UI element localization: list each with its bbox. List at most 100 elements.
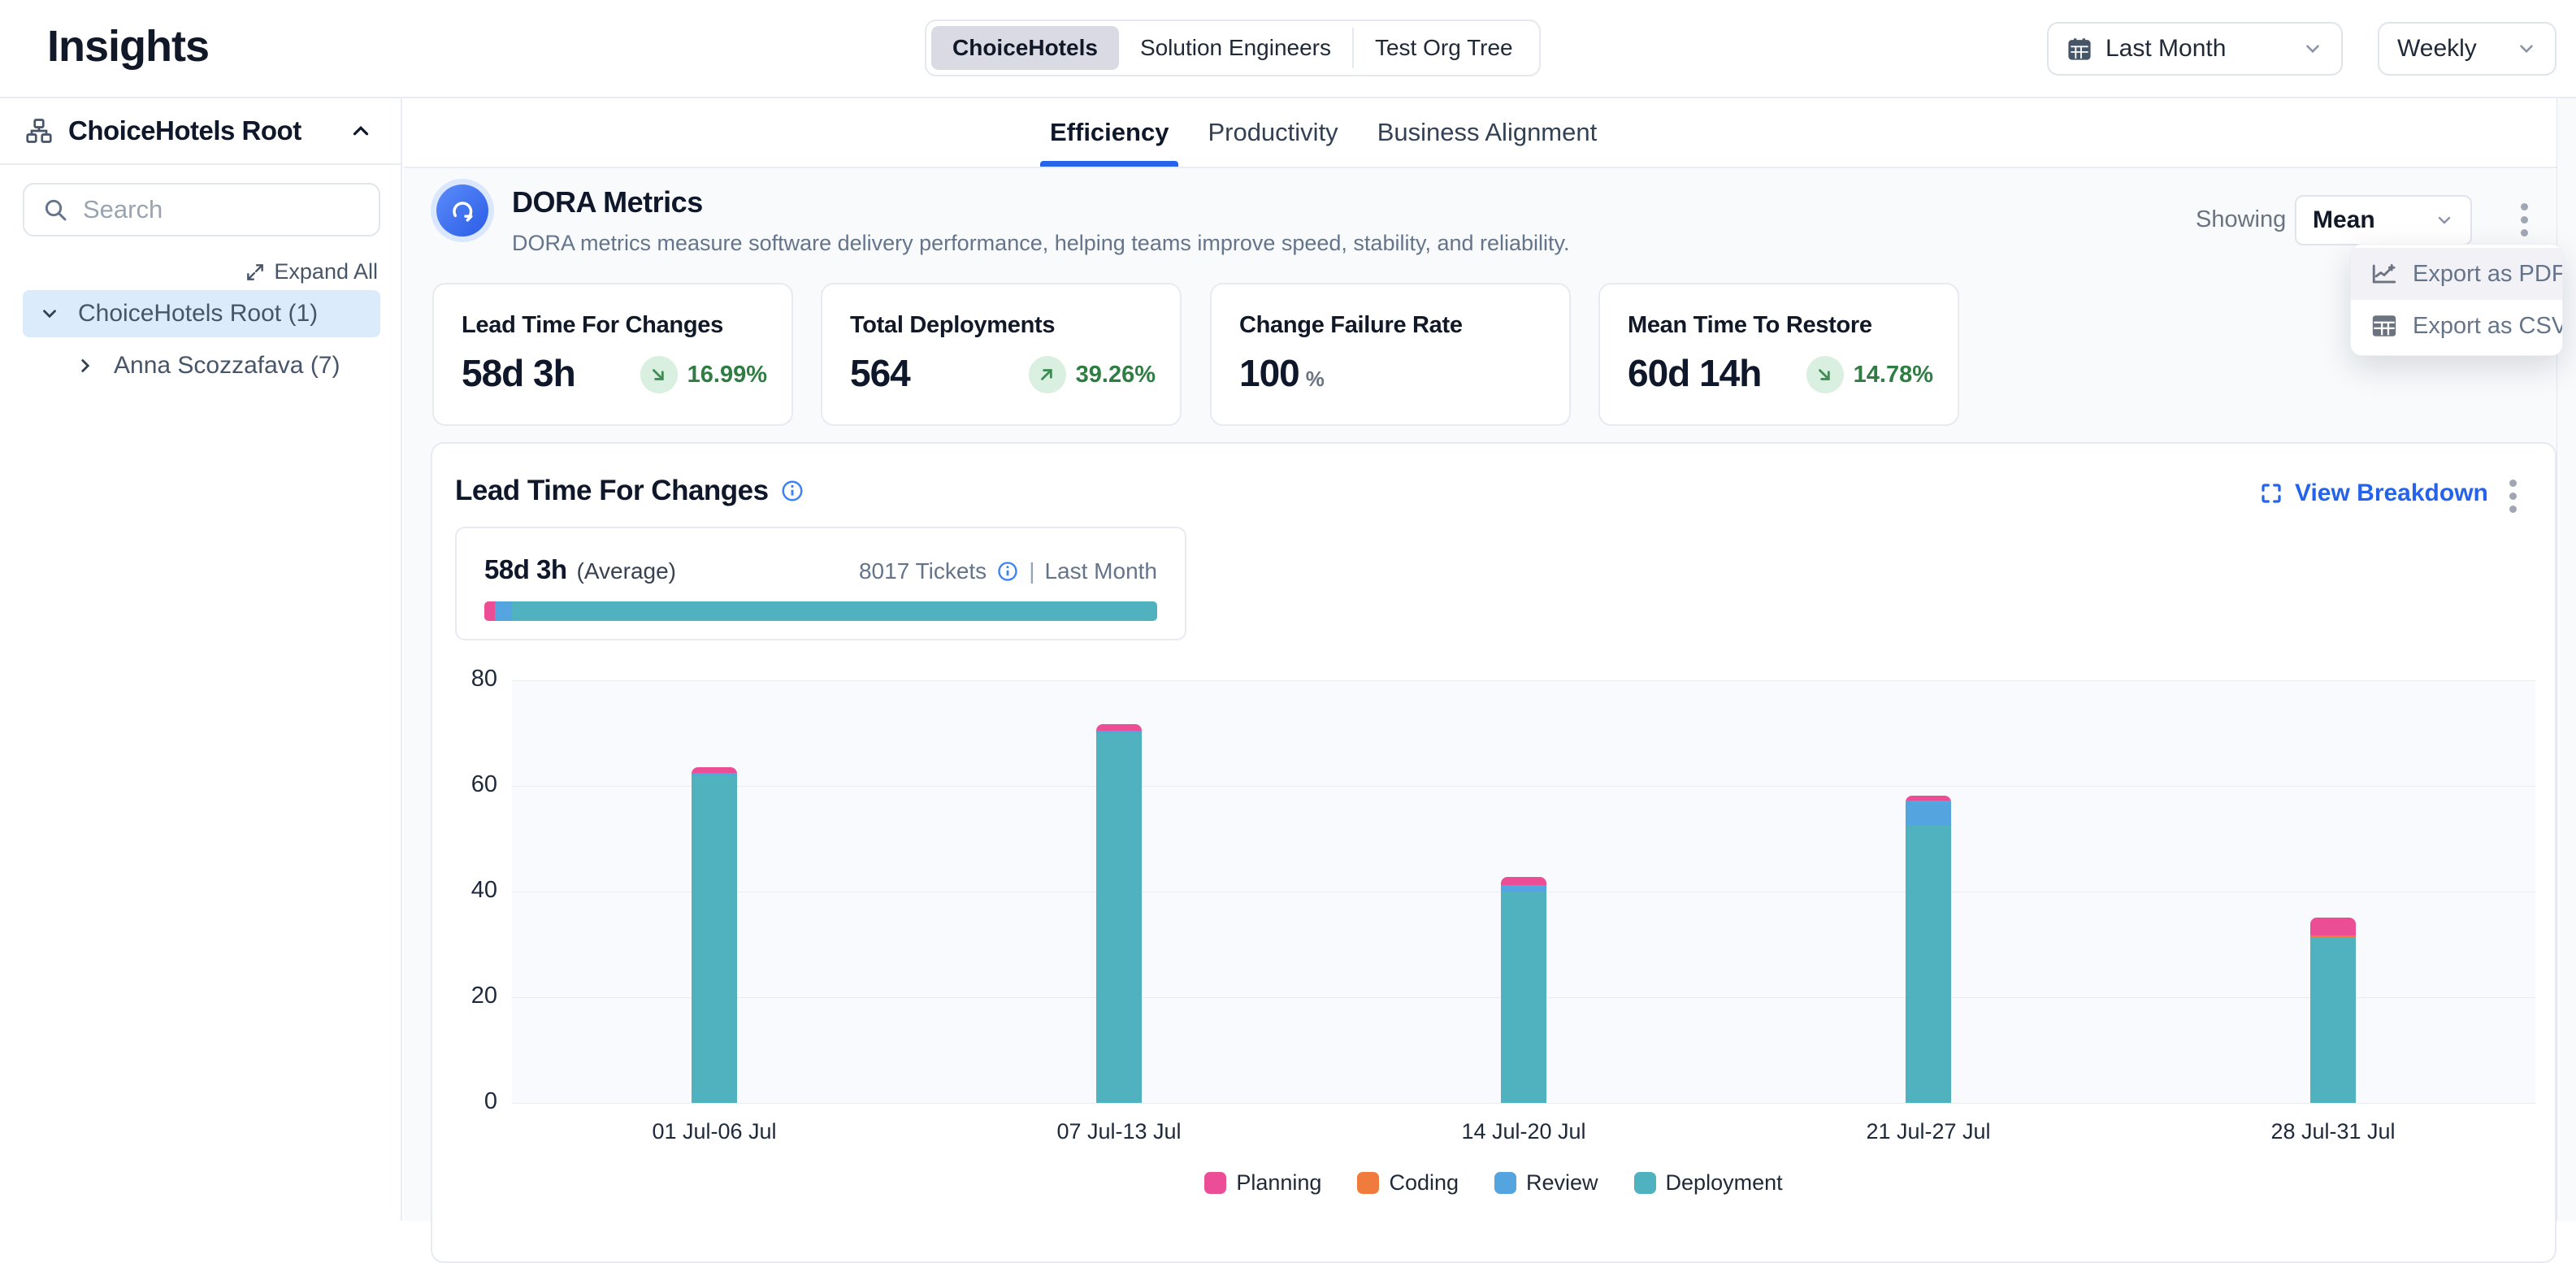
tickets-count: 8017 Tickets (859, 558, 987, 584)
page-title: Insights (47, 21, 209, 72)
stacked-bar-chart-plot (512, 680, 2535, 1103)
chart-title: Lead Time For Changes (455, 475, 769, 507)
tab-business-alignment[interactable]: Business Alignment (1377, 98, 1598, 167)
dora-metrics-icon (431, 179, 494, 242)
aggregation-select[interactable]: Mean (2295, 195, 2472, 245)
bar-segment-deployment (2310, 938, 2356, 1103)
search-input[interactable] (83, 195, 361, 224)
granularity-select[interactable]: Weekly (2378, 22, 2556, 76)
bar-segment-deployment (1906, 825, 1951, 1103)
legend-swatch (1494, 1172, 1516, 1194)
chart-legend: Planning Coding Review Deployment (431, 1170, 2556, 1196)
tree-item-anna-scozzafava[interactable]: Anna Scozzafava (7) (23, 342, 380, 389)
expand-all-label: Expand All (274, 259, 378, 284)
legend-swatch (1634, 1172, 1656, 1194)
export-dropdown-menu: Export as PDF Export as CSV (2350, 244, 2563, 356)
x-axis-label: 01 Jul-06 Jul (592, 1119, 836, 1144)
search-icon (42, 197, 68, 223)
chart-kebab-menu-button[interactable] (2504, 475, 2522, 518)
x-axis-label: 28 Jul-31 Jul (2211, 1119, 2455, 1144)
legend-item-deployment[interactable]: Deployment (1634, 1170, 1783, 1196)
scrollbar-track[interactable] (2556, 0, 2576, 1221)
progress-segment-planning (484, 601, 495, 621)
top-bar: Insights ChoiceHotels Solution Engineers… (0, 0, 2576, 98)
org-tab-choicehotels[interactable]: ChoiceHotels (931, 26, 1119, 70)
sidebar-header: ChoiceHotels Root (0, 98, 401, 165)
tree-item-choicehotels-root[interactable]: ChoiceHotels Root (1) (23, 290, 380, 337)
average-value: 58d 3h (484, 554, 567, 585)
sidebar-root-label: ChoiceHotels Root (68, 115, 301, 146)
legend-item-planning[interactable]: Planning (1204, 1170, 1321, 1196)
metric-title: Change Failure Rate (1239, 312, 1463, 339)
chevron-down-icon (2302, 38, 2323, 59)
tab-efficiency[interactable]: Efficiency (1050, 98, 1169, 167)
legend-swatch (1357, 1172, 1379, 1194)
legend-item-coding[interactable]: Coding (1357, 1170, 1459, 1196)
x-axis-label: 21 Jul-27 Jul (1806, 1119, 2050, 1144)
bar-stack-2[interactable] (1096, 724, 1142, 1103)
metric-delta: 16.99% (640, 356, 767, 393)
org-chart-icon (24, 116, 54, 145)
bar-segment-deployment (1501, 892, 1546, 1103)
aggregation-select-value: Mean (2313, 206, 2375, 234)
chevron-down-icon[interactable] (39, 303, 60, 324)
average-label: (Average) (577, 558, 676, 584)
calendar-icon (2066, 36, 2092, 62)
metric-value: 100% (1239, 351, 1325, 395)
metric-value: 60d 14h (1628, 351, 1761, 395)
chevron-right-icon[interactable] (75, 355, 96, 376)
menu-item-export-csv[interactable]: Export as CSV (2351, 300, 2562, 352)
dora-section-description: DORA metrics measure software delivery p… (512, 231, 1570, 256)
metric-card-lead-time: Lead Time For Changes 58d 3h 16.99% (432, 283, 793, 426)
info-icon[interactable] (996, 560, 1019, 583)
metric-unit: % (1306, 367, 1325, 391)
chevron-down-icon (2435, 210, 2454, 230)
metric-title: Lead Time For Changes (462, 312, 723, 339)
legend-label: Coding (1389, 1170, 1459, 1196)
dora-kebab-menu-button[interactable] (2516, 198, 2533, 241)
progress-segment-deployment (512, 601, 1157, 621)
metric-card-total-deployments: Total Deployments 564 39.26% (821, 283, 1182, 426)
bar-segment-deployment (692, 775, 737, 1103)
trend-up-icon (1029, 356, 1066, 393)
dora-section-title: DORA Metrics (512, 185, 703, 219)
view-breakdown-button[interactable]: View Breakdown (2259, 480, 2488, 507)
bar-stack-4[interactable] (1906, 796, 1951, 1103)
expand-all-button[interactable]: Expand All (245, 259, 378, 284)
granularity-select-value: Weekly (2397, 35, 2477, 63)
collapse-chevron-up-icon[interactable] (349, 119, 373, 143)
separator: | (1029, 558, 1034, 584)
org-switcher: ChoiceHotels Solution Engineers Test Org… (925, 20, 1541, 76)
progress-segment-review (495, 601, 512, 621)
x-axis-label: 14 Jul-20 Jul (1402, 1119, 1646, 1144)
bar-segment-planning (1501, 877, 1546, 885)
average-summary-card: 58d 3h (Average) 8017 Tickets | Last Mon… (455, 527, 1186, 640)
bar-segment-review (1501, 885, 1546, 892)
search-box (23, 183, 380, 237)
bar-segment-review (1906, 801, 1951, 826)
y-axis-tick-label: 20 (440, 983, 497, 1009)
period-select[interactable]: Last Month (2047, 22, 2343, 76)
metric-delta: 14.78% (1806, 356, 1933, 393)
chart-line-icon (2370, 260, 2398, 288)
view-breakdown-label: View Breakdown (2295, 480, 2488, 507)
tree-item-label: ChoiceHotels Root (1) (78, 300, 318, 328)
menu-item-label: Export as PDF (2413, 261, 2563, 288)
tab-productivity[interactable]: Productivity (1208, 98, 1338, 167)
legend-item-review[interactable]: Review (1494, 1170, 1598, 1196)
bar-stack-3[interactable] (1501, 877, 1546, 1103)
bar-segment-planning (1096, 724, 1142, 731)
y-axis-tick-label: 60 (440, 771, 497, 798)
org-tab-test-org-tree[interactable]: Test Org Tree (1354, 26, 1534, 70)
main-tabs: Efficiency Productivity Business Alignme… (1050, 98, 1597, 167)
org-tree-sidebar: ChoiceHotels Root Expand All ChoiceHotel… (0, 98, 402, 1221)
bar-stack-5[interactable] (2310, 918, 2356, 1103)
info-icon[interactable] (780, 479, 804, 503)
bar-stack-1[interactable] (692, 767, 737, 1103)
menu-item-export-pdf[interactable]: Export as PDF (2351, 248, 2562, 300)
showing-label: Showing (2196, 206, 2286, 233)
metric-value: 564 (850, 351, 910, 395)
trend-down-icon (1806, 356, 1844, 393)
org-tab-solution-engineers[interactable]: Solution Engineers (1119, 26, 1352, 70)
gridline-y-80 (512, 680, 2535, 681)
